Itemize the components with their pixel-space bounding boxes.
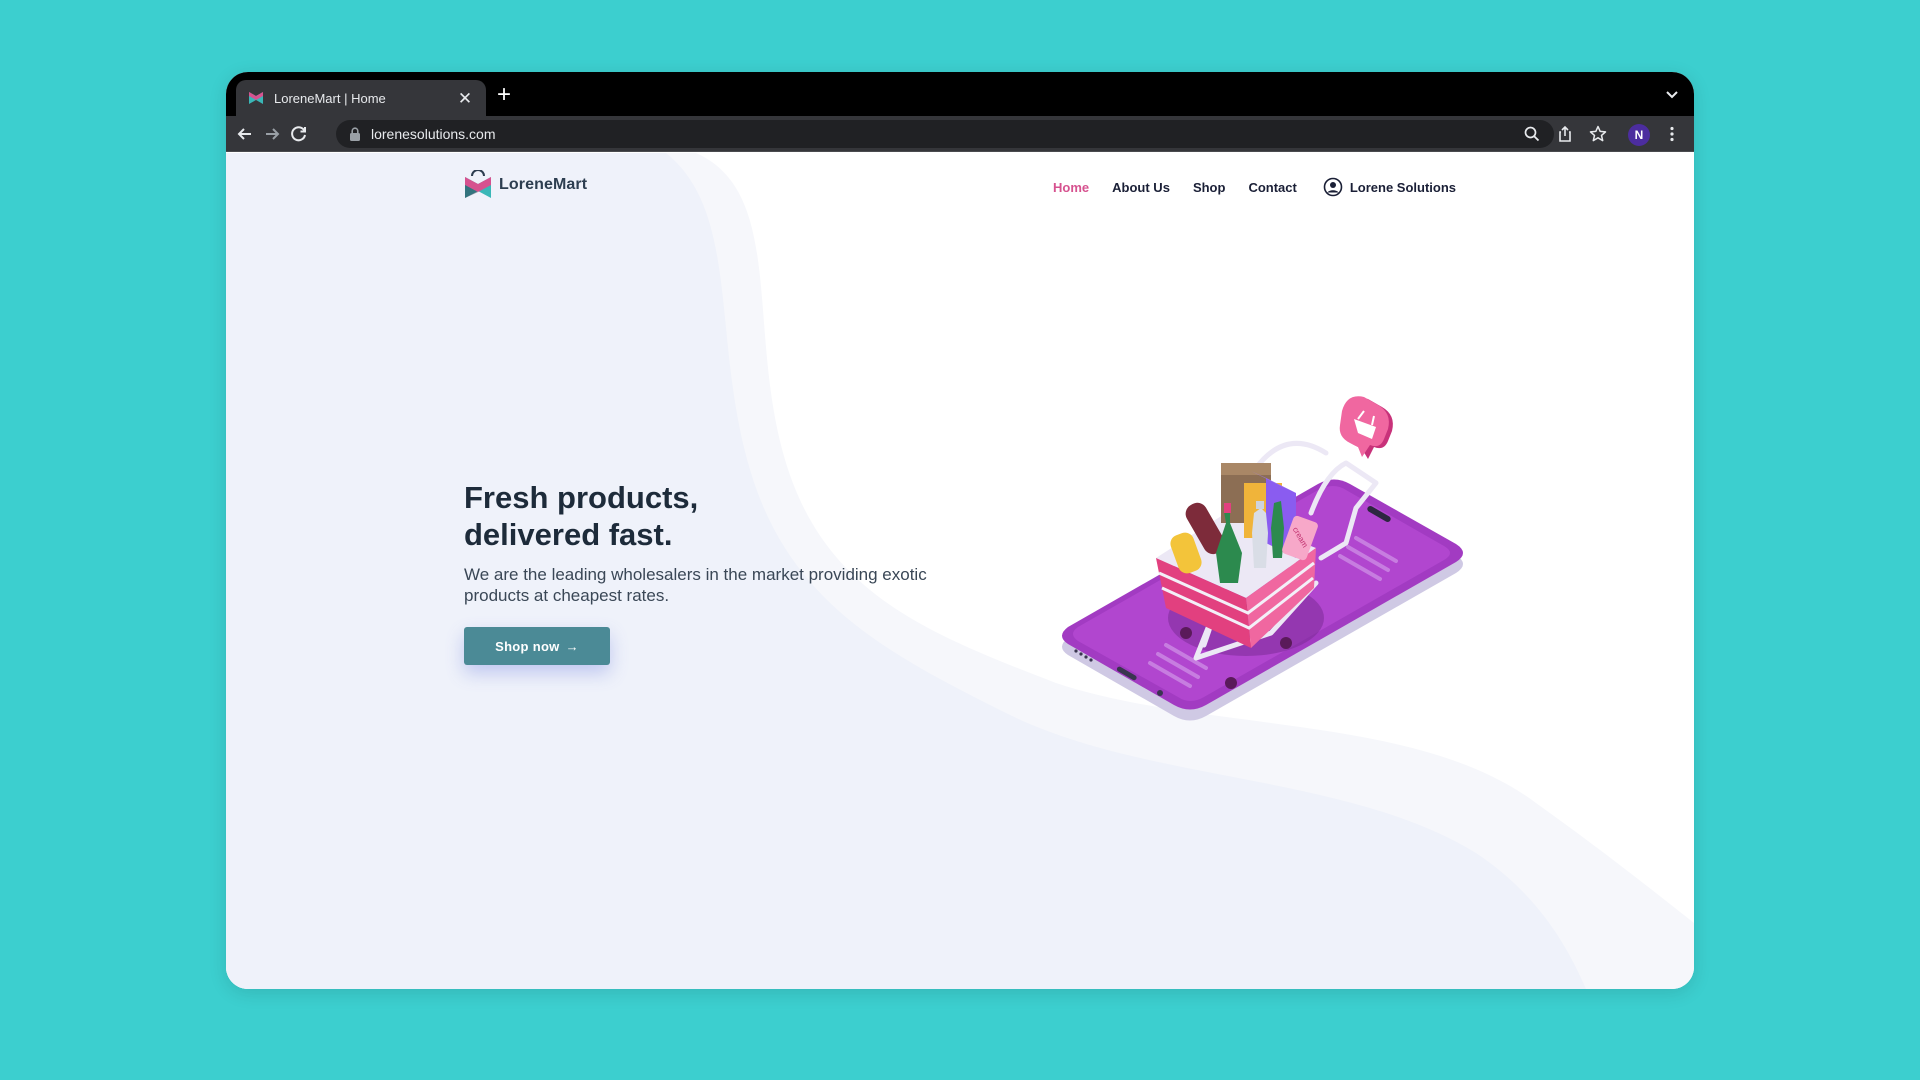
browser-tab[interactable]: LoreneMart | Home ✕ [236,80,486,116]
logo-text: LoreneMart [499,176,588,193]
site-navbar: LoreneMart Home About Us Shop Contact Lo… [226,153,1694,223]
lock-icon[interactable] [349,127,361,141]
back-icon[interactable] [234,123,256,145]
profile-avatar[interactable]: N [1628,124,1650,146]
hero-title-line-1: Fresh products, [464,480,699,515]
shop-now-label: Shop now [495,638,560,654]
zoom-icon[interactable] [1522,124,1542,144]
nav-about-us[interactable]: About Us [1112,180,1170,195]
site-logo[interactable]: LoreneMart [464,170,587,200]
main-menu: Home About Us Shop Contact Lorene Soluti… [1030,177,1456,197]
reload-icon[interactable] [288,123,310,145]
tab-search-chevron-icon[interactable] [1662,84,1682,104]
nav-home[interactable]: Home [1053,180,1089,195]
account-menu[interactable]: Lorene Solutions [1323,177,1456,197]
more-icon[interactable] [1662,124,1682,144]
address-bar[interactable]: lorenesolutions.com [336,120,1554,148]
lorenemart-favicon-icon [249,92,263,104]
basket-icon [1339,396,1393,459]
browser-window: LoreneMart | Home ✕ + lorenesolutions.co… [226,72,1694,989]
arrow-right-icon: → [565,638,579,654]
account-name: Lorene Solutions [1349,179,1456,195]
account-icon [1323,177,1343,197]
lorenemart-logo-icon [465,170,491,198]
shop-now-button[interactable]: Shop now → [464,627,610,665]
tab-close-icon[interactable]: ✕ [456,90,474,107]
new-tab-button[interactable]: + [491,83,517,109]
bookmark-star-icon[interactable] [1588,124,1608,144]
hero-subtitle: We are the leading wholesalers in the ma… [464,565,927,605]
browser-toolbar: lorenesolutions.com N [226,116,1694,152]
nav-contact[interactable]: Contact [1248,180,1296,195]
page-content: LoreneMart Home About Us Shop Contact Lo… [226,153,1694,989]
forward-icon[interactable] [261,123,283,145]
tab-bar: LoreneMart | Home ✕ + [226,72,1694,116]
share-icon[interactable] [1555,124,1575,144]
hero-title: Fresh products, delivered fast. [464,479,864,553]
shopping-cart-phone-illustration: cream [1062,396,1463,721]
tab-title: LoreneMart | Home [274,90,386,106]
hero-title-line-2: delivered fast. [464,517,673,552]
url-text[interactable]: lorenesolutions.com [371,126,496,142]
nav-shop[interactable]: Shop [1193,180,1226,195]
